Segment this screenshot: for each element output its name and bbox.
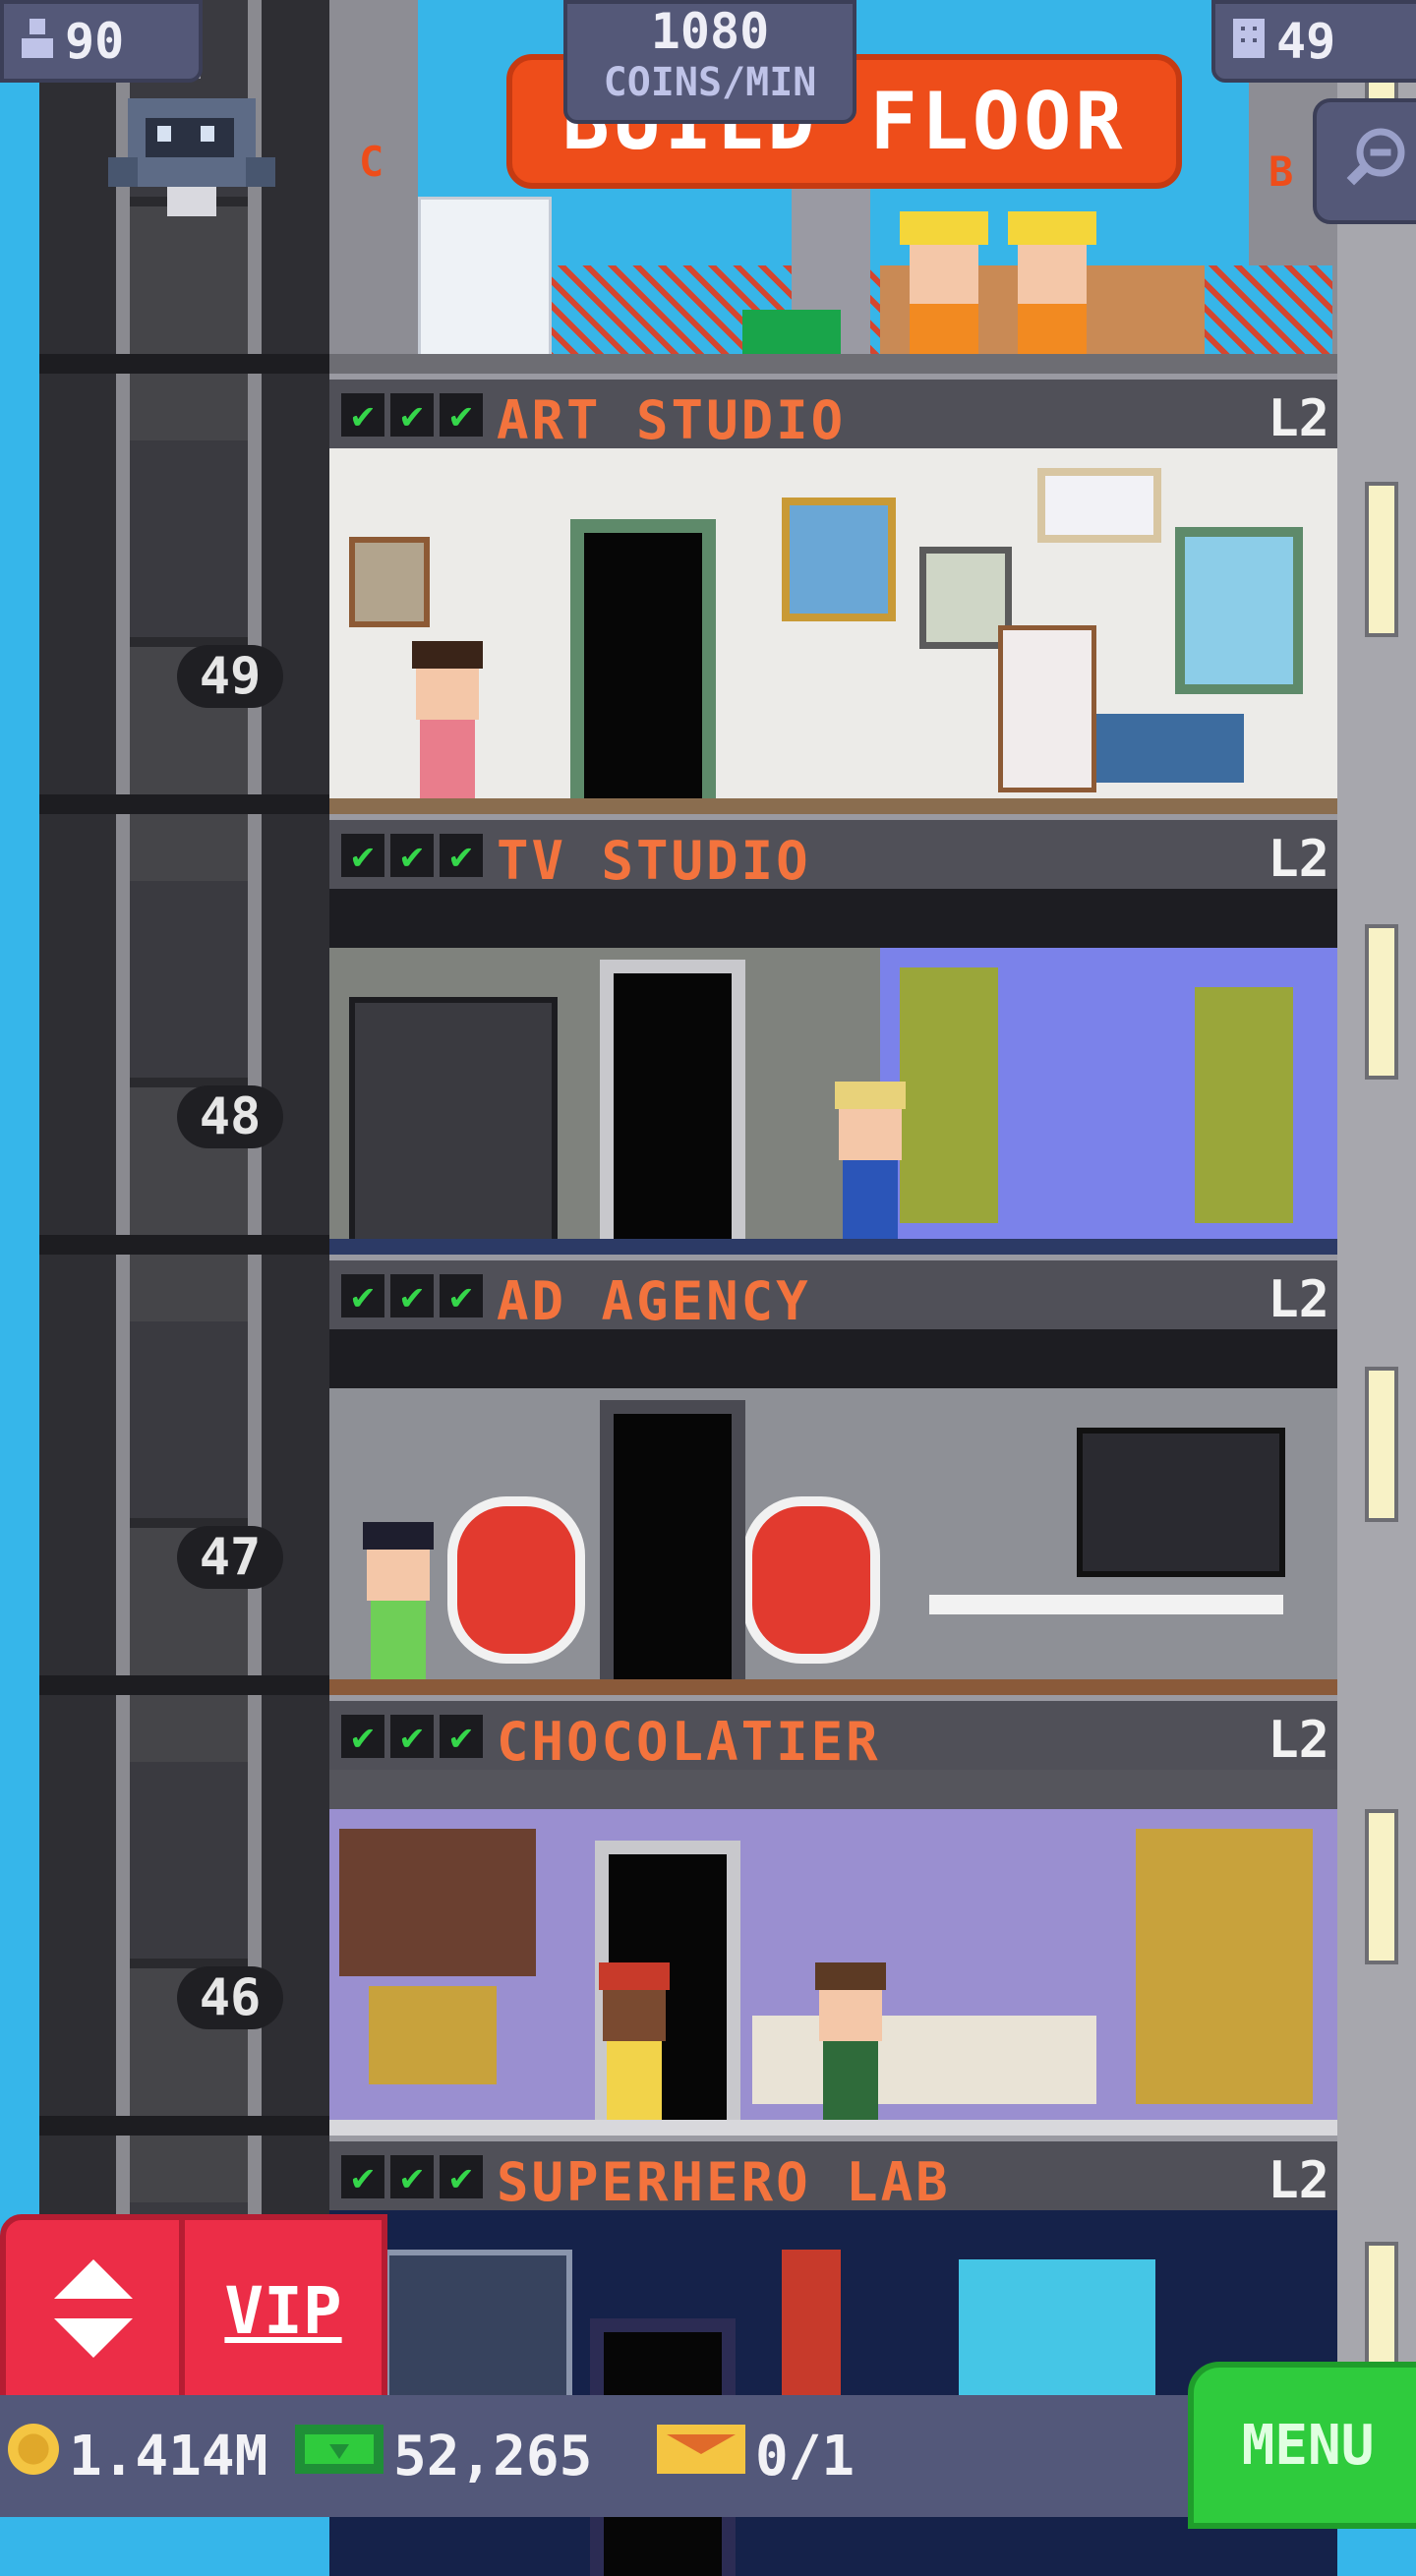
construction-sign-left: C [359, 138, 384, 186]
lab-monitor [384, 2250, 572, 2419]
door [600, 960, 745, 1239]
floor-tv-studio[interactable]: ✔ ✔ ✔ TV STUDIO L2 [329, 814, 1337, 1255]
chocolate-shelf [339, 1829, 536, 1976]
elevator-floor-number: 49 [177, 645, 283, 708]
building-icon [1229, 13, 1268, 70]
bux-stat[interactable]: 52,265 [295, 2424, 592, 2488]
coins-stat[interactable]: 1.414M [8, 2424, 267, 2488]
floor-name: SUPERHERO LAB [497, 2151, 951, 2213]
floor-header: ✔ ✔ ✔ SUPERHERO LAB L2 [329, 2136, 1337, 2216]
chocolate-machine [1136, 1829, 1313, 2104]
floor-art-studio[interactable]: ✔ ✔ ✔ ART STUDIO L2 [329, 374, 1337, 814]
check-icon: ✔ [440, 1715, 483, 1758]
floor-header: ✔ ✔ ✔ CHOCOLATIER L2 [329, 1695, 1337, 1776]
framed-picture [1037, 468, 1161, 543]
up-down-arrows-icon [54, 2259, 133, 2362]
plant [1195, 987, 1293, 1223]
coins-value: 1.414M [69, 2424, 268, 2488]
teleporter [959, 2259, 1155, 2407]
floor-level: L2 [1268, 2151, 1329, 2210]
check-icon: ✔ [390, 834, 434, 877]
bux-icon [295, 2424, 384, 2488]
cabinet [1096, 714, 1244, 783]
person-icon [18, 13, 57, 70]
construction-sign-right: B [1268, 147, 1294, 196]
tickets-stat[interactable]: 0/1 [657, 2424, 855, 2488]
elevator-floor-number: 47 [177, 1526, 283, 1589]
bux-value: 52,265 [393, 2424, 593, 2488]
elevator-floor-number: 46 [177, 1966, 283, 2029]
coins-per-minute[interactable]: 1080 COINS/MIN [563, 0, 856, 124]
ticket-icon [657, 2424, 745, 2488]
floor-level: L2 [1268, 1270, 1329, 1329]
floor-ad-agency[interactable]: ✔ ✔ ✔ AD AGENCY L2 [329, 1255, 1337, 1695]
framed-picture [782, 498, 896, 621]
person[interactable] [595, 1962, 674, 2120]
person[interactable] [811, 1962, 890, 2120]
floor-level: L2 [1268, 830, 1329, 889]
floor-counter[interactable]: 49 [1211, 0, 1416, 83]
door [570, 519, 716, 798]
coins-rate-unit: COINS/MIN [603, 60, 817, 105]
floor-name: TV STUDIO [497, 830, 811, 892]
coins-rate-value: 1080 [650, 3, 770, 60]
egg-chair [447, 1496, 585, 1664]
egg-chair [742, 1496, 880, 1664]
floor-header: ✔ ✔ ✔ ART STUDIO L2 [329, 374, 1337, 454]
check-icon: ✔ [440, 393, 483, 437]
meeting-table [929, 1595, 1283, 1614]
elevator-arrows-button[interactable] [0, 2214, 187, 2407]
check-icon: ✔ [390, 1715, 434, 1758]
door [600, 1400, 745, 1679]
check-icon: ✔ [440, 2155, 483, 2198]
check-icon: ✔ [341, 1715, 384, 1758]
population-value: 90 [65, 13, 125, 70]
person[interactable] [408, 641, 487, 798]
check-icon: ✔ [440, 1274, 483, 1317]
elevator-shaft: 49 48 47 46 [39, 0, 329, 2409]
construction-worker [1008, 211, 1096, 359]
person[interactable] [359, 1522, 438, 1679]
floor-level: L2 [1268, 389, 1329, 448]
mixing-vat [369, 1986, 497, 2084]
floor-chocolatier[interactable]: ✔ ✔ ✔ CHOCOLATIER L2 [329, 1695, 1337, 2136]
check-icon: ✔ [341, 1274, 384, 1317]
check-icon: ✔ [440, 834, 483, 877]
tower-side-wall [1337, 0, 1416, 2409]
coin-icon [8, 2424, 59, 2488]
elevator-floor-number: 48 [177, 1085, 283, 1148]
ring-display [1077, 1428, 1285, 1577]
floor-name: CHOCOLATIER [497, 1711, 881, 1773]
construction-worker [900, 211, 988, 359]
person[interactable] [831, 1082, 910, 1239]
floor-header: ✔ ✔ ✔ AD AGENCY L2 [329, 1255, 1337, 1335]
counter [752, 2016, 1096, 2104]
check-icon: ✔ [390, 2155, 434, 2198]
cement-bag [418, 197, 552, 360]
vip-button[interactable]: VIP [179, 2214, 387, 2407]
floor-count-value: 49 [1276, 13, 1336, 70]
tickets-value: 0/1 [755, 2424, 856, 2488]
floor-level: L2 [1268, 1711, 1329, 1770]
floor-name: AD AGENCY [497, 1270, 811, 1332]
easel [998, 625, 1096, 792]
plant [900, 967, 998, 1223]
population-counter[interactable]: 90 [0, 0, 203, 83]
check-icon: ✔ [390, 1274, 434, 1317]
dna-capsule [782, 2250, 841, 2407]
toolbox [742, 310, 841, 359]
check-icon: ✔ [390, 393, 434, 437]
menu-button[interactable]: MENU [1188, 2362, 1416, 2529]
framed-picture [349, 537, 430, 627]
check-icon: ✔ [341, 834, 384, 877]
check-icon: ✔ [341, 393, 384, 437]
floor-header: ✔ ✔ ✔ TV STUDIO L2 [329, 814, 1337, 895]
floor-name: ART STUDIO [497, 389, 847, 451]
check-icon: ✔ [341, 2155, 384, 2198]
control-desk [349, 997, 558, 1245]
magnifier-icon [1339, 125, 1408, 198]
window [1175, 527, 1303, 694]
zoom-out-button[interactable] [1313, 98, 1416, 224]
